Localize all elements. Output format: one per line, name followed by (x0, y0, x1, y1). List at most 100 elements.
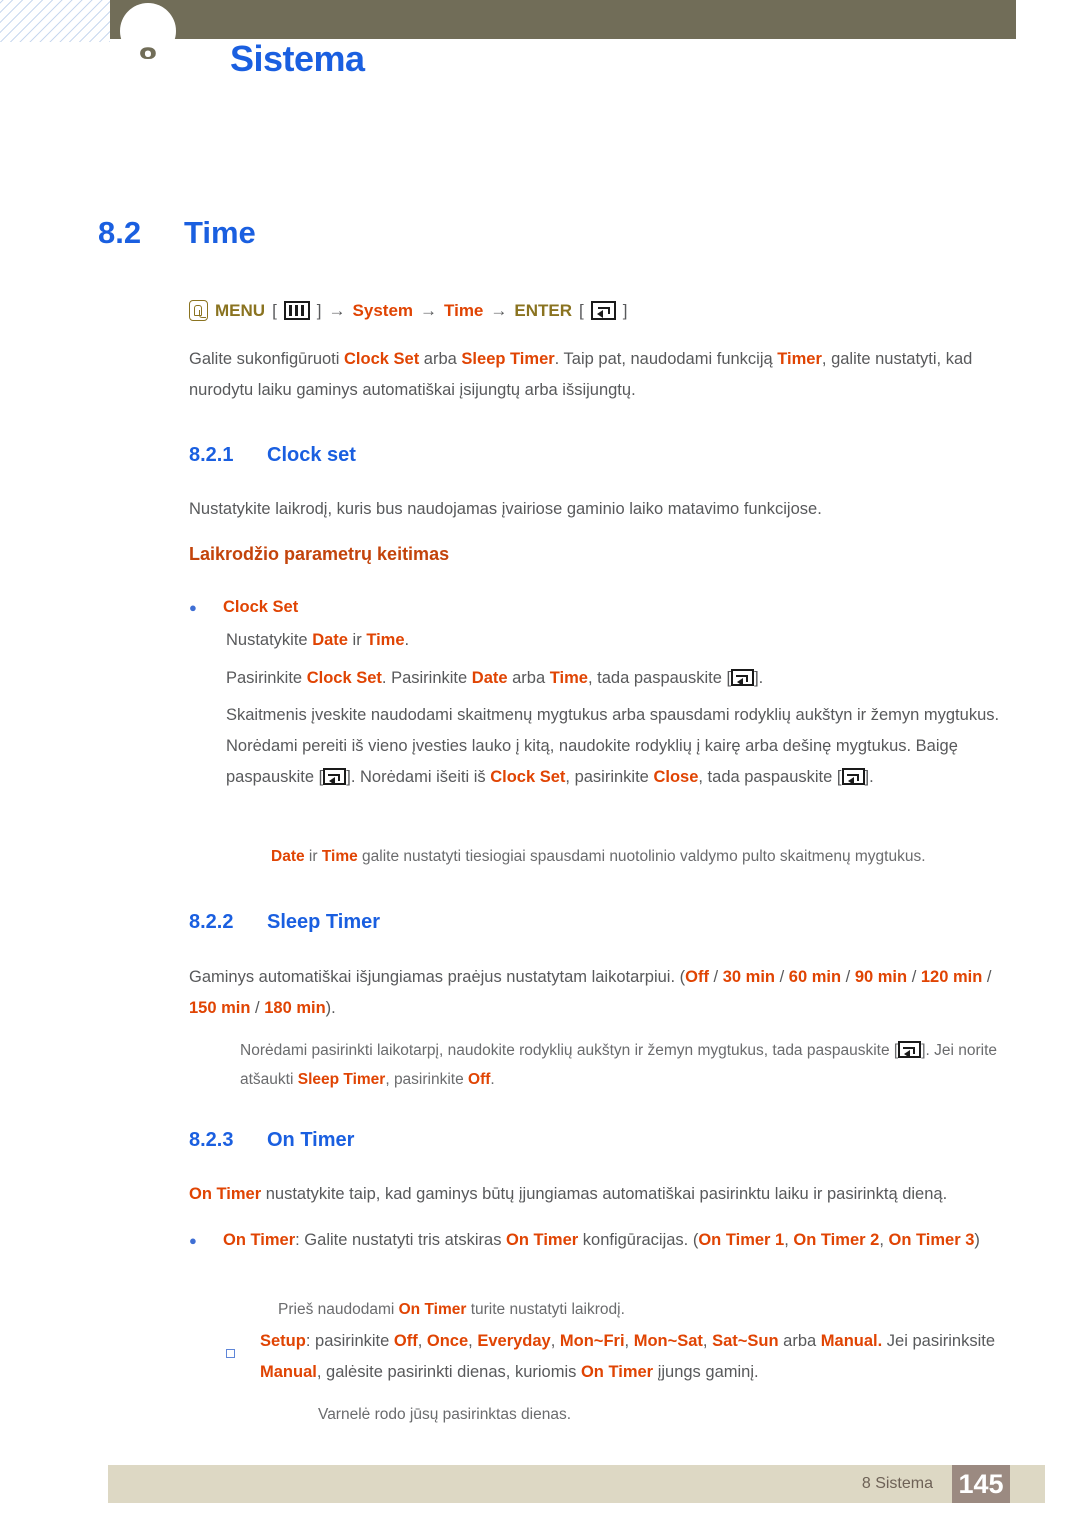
kw-on-timer-three: On Timer 3 (888, 1231, 975, 1249)
enter-key-icon (731, 669, 755, 686)
opt-setup-monfri: Mon~Fri (559, 1332, 625, 1350)
bracket-close-2: ] (622, 300, 628, 320)
footer-chapter-label: 8 Sistema (861, 1475, 933, 1492)
ot-desc-b: nustatykite taip, kad gaminys būtų įjung… (261, 1185, 948, 1203)
manual-page: 8 Sistema 8.2 Time MENU [ ] → System → Ti… (0, 0, 1080, 1527)
enter-key-icon (590, 301, 616, 320)
opt-setup-off: Off (393, 1332, 418, 1350)
cs1-c: ir (347, 631, 367, 649)
chapter-number: 8 (139, 43, 158, 59)
kw-clock-set-2: Clock Set (306, 669, 382, 687)
page-number: 145 (958, 1468, 1004, 1499)
chapter-title: Sistema (230, 38, 365, 79)
kw-off-note: Off (468, 1071, 491, 1088)
kw-on-timer-desc: On Timer (189, 1185, 262, 1203)
cs3-g: ]. (864, 768, 874, 786)
cs1-e: . (404, 631, 410, 649)
setup-bullet-text: Setup: pasirinkite Off, Once, Everyday , … (260, 1326, 1026, 1388)
on-timer-note-2: Varnelė rodo jūsų pasirinktas dienas. (318, 1406, 572, 1423)
bullet-label-clock-set: Clock Set (223, 592, 1009, 623)
bracket-close: ] (316, 300, 322, 320)
kw-clock-set-3: Clock Set (490, 768, 566, 786)
bracket-open-2: [ (579, 300, 584, 320)
subsection-number-822: 8.2.2 (189, 911, 234, 933)
kw-on-timer-one: On Timer 1 (698, 1231, 785, 1249)
sep-s1: , (417, 1332, 427, 1350)
subsection-title-clock-set: Clock set (267, 444, 356, 466)
opt-30min: 30 min (722, 968, 776, 986)
ot-b1-d: konfigūracijas. ( (578, 1231, 699, 1249)
enter-key-icon (898, 1041, 922, 1058)
subsection-number-823: 8.2.3 (189, 1129, 234, 1151)
path-arrow-2: → (420, 300, 438, 320)
ot-b2-b: : pasirinkite (305, 1332, 394, 1350)
clock-set-line-3: Skaitmenis įveskite naudodami skaitmenų … (226, 700, 1012, 793)
kw-on-timer-setup: On Timer (580, 1363, 654, 1381)
cs3-f: , tada paspauskite [ (698, 768, 842, 786)
kw-time-1: Time (366, 631, 405, 649)
clock-set-subhead: Laikrodžio parametrų keitimas (189, 544, 450, 564)
decorative-hatch-pattern (0, 0, 110, 42)
ot-b2-i: įjungs gaminį. (653, 1363, 759, 1381)
kw-manual-2: Manual (260, 1363, 317, 1381)
page-footer: 8 Sistema 145 (108, 1465, 1045, 1503)
sleep-timer-note: Norėdami pasirinkti laikotarpį, naudokit… (240, 1036, 1012, 1094)
opt-setup-satsun: Sat~Sun (712, 1332, 779, 1350)
kw-on-timer-1: On Timer (223, 1231, 296, 1249)
sep-1: / (708, 968, 723, 986)
kw-clock-set-label: Clock Set (223, 598, 299, 616)
st-note-f: . (490, 1071, 495, 1088)
kw-timer: Timer (777, 350, 822, 368)
sleep-timer-description: Gaminys automatiškai išjungiamas praėjus… (189, 962, 1009, 1024)
sep-s5: , (702, 1332, 713, 1350)
on-timer-description: On Timer nustatykite taip, kad gaminys b… (189, 1179, 1025, 1210)
section-heading: 8.2 Time (98, 215, 256, 251)
bullet-item-clock-set: ● Clock Set (189, 592, 1009, 623)
st-desc-b: ). (325, 999, 336, 1017)
kw-date-2: Date (471, 669, 508, 687)
sep-6: / (250, 999, 265, 1017)
section-number: 8.2 (98, 215, 142, 250)
ot-b2-c: arba (778, 1332, 821, 1350)
opt-90min: 90 min (854, 968, 908, 986)
sep-s2: , (468, 1332, 478, 1350)
sep-2: / (775, 968, 789, 986)
ot-b1-b: : Galite nustatyti tris atskiras (295, 1231, 507, 1249)
ot-n1-c: turite nustatyti laikrodį. (466, 1301, 625, 1318)
opt-setup-monsat: Mon~Sat (633, 1332, 703, 1350)
note-b: ir (304, 848, 322, 865)
bullet-item-on-timer: ● On Timer: Galite nustatyti tris atskir… (189, 1225, 1025, 1256)
subsection-heading-sleep-timer: 8.2.2 Sleep Timer (189, 911, 1009, 934)
menu-path-time-label: Time (444, 300, 484, 320)
cs2-g: , tada paspauskite [ (587, 669, 732, 687)
on-timer-bullet-text: On Timer: Galite nustatyti tris atskiras… (223, 1225, 1025, 1256)
st-desc-a: Gaminys automatiškai išjungiamas praėjus… (189, 968, 686, 986)
kw-date-1: Date (312, 631, 348, 649)
sep-s4: , (624, 1332, 634, 1350)
menu-path-menu-label: MENU (215, 300, 266, 320)
sep-s3: , (550, 1332, 560, 1350)
opt-120min: 120 min (920, 968, 983, 986)
st-note-a: Norėdami pasirinkti laikotarpį, naudokit… (240, 1042, 899, 1059)
sep-5: / (982, 968, 992, 986)
chapter-number-badge: 8 (120, 3, 176, 59)
cs2-a: Pasirinkite (226, 669, 307, 687)
ot-b1-j: ) (974, 1231, 980, 1249)
enter-key-icon (323, 768, 347, 785)
cs2-e: arba (507, 669, 550, 687)
intro-text-c: arba (419, 350, 462, 368)
menu-path-system-label: System (352, 300, 414, 320)
subsection-number-821: 8.2.1 (189, 444, 234, 466)
clock-set-note: Date ir Time galite nustatyti tiesiogiai… (271, 842, 1011, 871)
intro-paragraph: Galite sukonfigūruoti Clock Set arba Sle… (189, 344, 1009, 406)
subsection-heading-clock-set: 8.2.1 Clock set (189, 444, 1009, 467)
section-title: Time (184, 215, 256, 250)
intro-text-e: . Taip pat, naudodami funkciją (554, 350, 778, 368)
menu-bars-icon (283, 301, 310, 320)
intro-text-a: Galite sukonfigūruoti (189, 350, 345, 368)
kw-sleep-timer: Sleep Timer (461, 350, 555, 368)
st-note-d: , pasirinkite (385, 1071, 469, 1088)
cs1-a: Nustatykite (226, 631, 313, 649)
on-timer-note-1: Prieš naudodami On Timer turite nustatyt… (278, 1295, 1012, 1324)
ot-b2-e: Jei pasirinksite (882, 1332, 996, 1350)
